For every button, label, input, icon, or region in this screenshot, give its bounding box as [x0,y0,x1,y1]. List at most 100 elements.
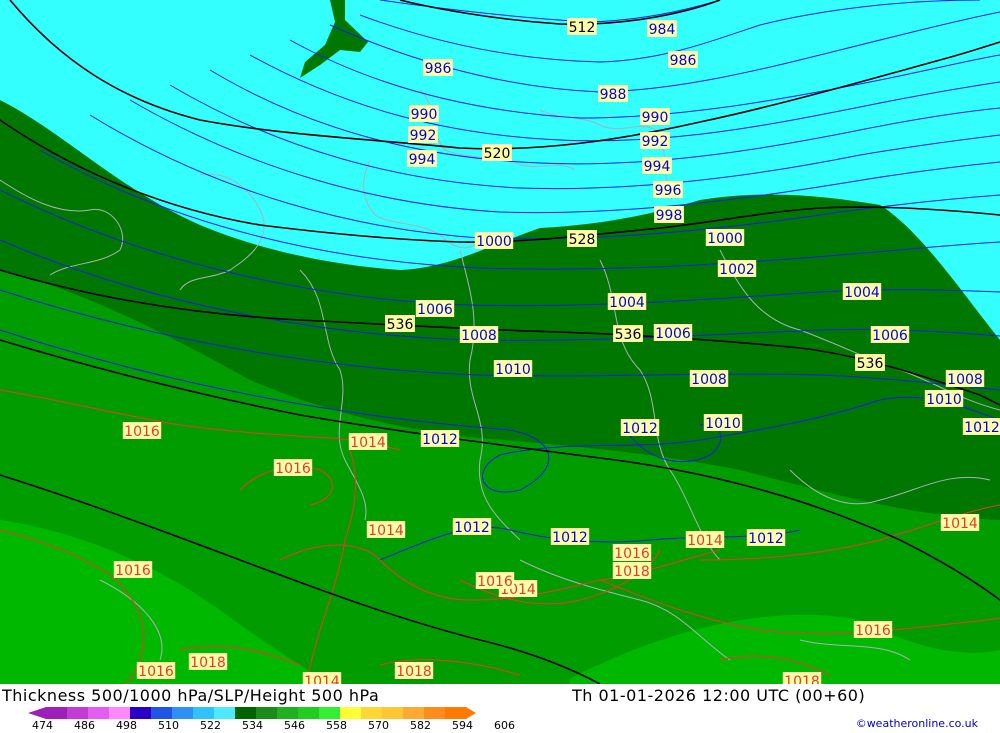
map-labels-layer: 512 520 528 536 536 536 984 986 986 988 990 990 992 9… [113,18,1000,684]
label-text: 536 [387,317,414,333]
label-text: 994 [644,159,671,175]
legend-swatch [235,707,257,719]
contour-label-slp: 1004 [842,283,882,301]
contour-label-slp-red: 1014 [348,433,388,451]
legend-tick-label: 570 [368,719,389,732]
legend-swatch [445,707,467,719]
label-text: 1006 [655,326,691,342]
legend-swatch [256,707,278,719]
contour-label-height: 520 [482,144,512,162]
contour-label-slp: 1006 [653,324,693,342]
label-text: 1000 [476,234,512,250]
legend-swatch [46,707,68,719]
label-text: 1016 [855,623,891,639]
label-text: 512 [569,20,596,36]
label-text: 1006 [417,302,453,318]
contour-label-slp-red: 1016 [122,422,162,440]
legend-swatch [193,707,215,719]
contour-label-slp-red: 1018 [782,672,822,684]
valid-time: Th 01-01-2026 12:00 UTC (00+60) [572,686,866,705]
label-text: 1010 [926,392,962,408]
legend-swatch [340,707,362,719]
contour-label-slp: 986 [668,51,698,69]
contour-label-slp-red: 1014 [302,672,342,684]
legend-swatch [88,707,110,719]
label-text: 1014 [687,533,723,549]
label-text: 1012 [964,420,1000,436]
label-text: 994 [409,152,436,168]
contour-label-height: 536 [613,325,643,343]
contour-label-slp-red: 1018 [612,562,652,580]
legend-tick-label: 594 [452,719,473,732]
label-text: 1000 [707,231,743,247]
legend-swatch [424,707,446,719]
contour-label-slp: 1006 [870,326,910,344]
credit-link[interactable]: ©weatheronline.co.uk [856,717,978,730]
label-text: 1004 [609,295,645,311]
label-text: 1014 [368,523,404,539]
label-text: 1016 [138,664,174,680]
legend-tick-label: 582 [410,719,431,732]
label-text: 986 [670,53,697,69]
label-text: 984 [649,22,676,38]
label-text: 1008 [691,372,727,388]
label-text: 528 [569,232,596,248]
label-text: 1014 [350,435,386,451]
label-text: 1018 [784,674,820,684]
legend-arrow-left [28,707,46,719]
contour-label-slp: 984 [647,20,677,38]
label-text: 1008 [461,328,497,344]
contour-label-height: 528 [567,230,597,248]
legend-swatch [67,707,89,719]
legend-color-bar [28,707,476,719]
contour-label-slp-red: 1018 [394,662,434,680]
legend-swatch [298,707,320,719]
legend-tick-label: 546 [284,719,305,732]
contour-label-slp: 994 [642,157,672,175]
legend-tick-label: 606 [494,719,515,732]
contour-label-slp: 1002 [717,260,757,278]
contour-label-slp-red: 1016 [475,572,515,590]
label-text: 1012 [552,530,588,546]
contour-label-slp: 1012 [420,430,460,448]
legend-swatch [172,707,194,719]
map-footer: Thickness 500/1000 hPa/SLP/Height 500 hP… [0,684,1000,733]
label-text: 1006 [872,328,908,344]
contour-label-slp: 992 [408,126,438,144]
contour-label-slp-red: 1014 [940,514,980,532]
contour-label-slp: 1000 [705,229,745,247]
contour-label-slp: 1006 [415,300,455,318]
legend-tick-label: 522 [200,719,221,732]
contour-label-slp: 1008 [689,370,729,388]
label-text: 1012 [748,531,784,547]
legend-swatch [277,707,299,719]
legend-swatch [109,707,131,719]
contour-label-slp: 1012 [452,518,492,536]
contour-label-height: 536 [385,315,415,333]
label-text: 1012 [622,421,658,437]
map-title: Thickness 500/1000 hPa/SLP/Height 500 hP… [2,686,380,705]
legend-swatch [319,707,341,719]
label-text: 536 [615,327,642,343]
label-text: 1016 [115,563,151,579]
contour-label-slp: 988 [598,85,628,103]
label-text: 1018 [396,664,432,680]
contour-label-slp: 1012 [620,419,660,437]
legend-tick-label: 486 [74,719,95,732]
contour-label-slp: 1012 [746,529,786,547]
label-text: 992 [410,128,437,144]
legend-swatch [130,707,152,719]
label-text: 1010 [495,362,531,378]
contour-label-slp-red: 1016 [612,544,652,562]
contour-label-slp-red: 1014 [685,531,725,549]
label-text: 998 [656,208,683,224]
label-text: 1002 [719,262,755,278]
contour-label-height: 536 [855,354,885,372]
contour-label-slp: 1012 [550,528,590,546]
label-text: 1016 [275,461,311,477]
legend-swatch [151,707,173,719]
legend-swatch [382,707,404,719]
label-text: 1008 [947,372,983,388]
contour-label-slp: 986 [423,59,453,77]
contour-label-slp: 992 [640,132,670,150]
